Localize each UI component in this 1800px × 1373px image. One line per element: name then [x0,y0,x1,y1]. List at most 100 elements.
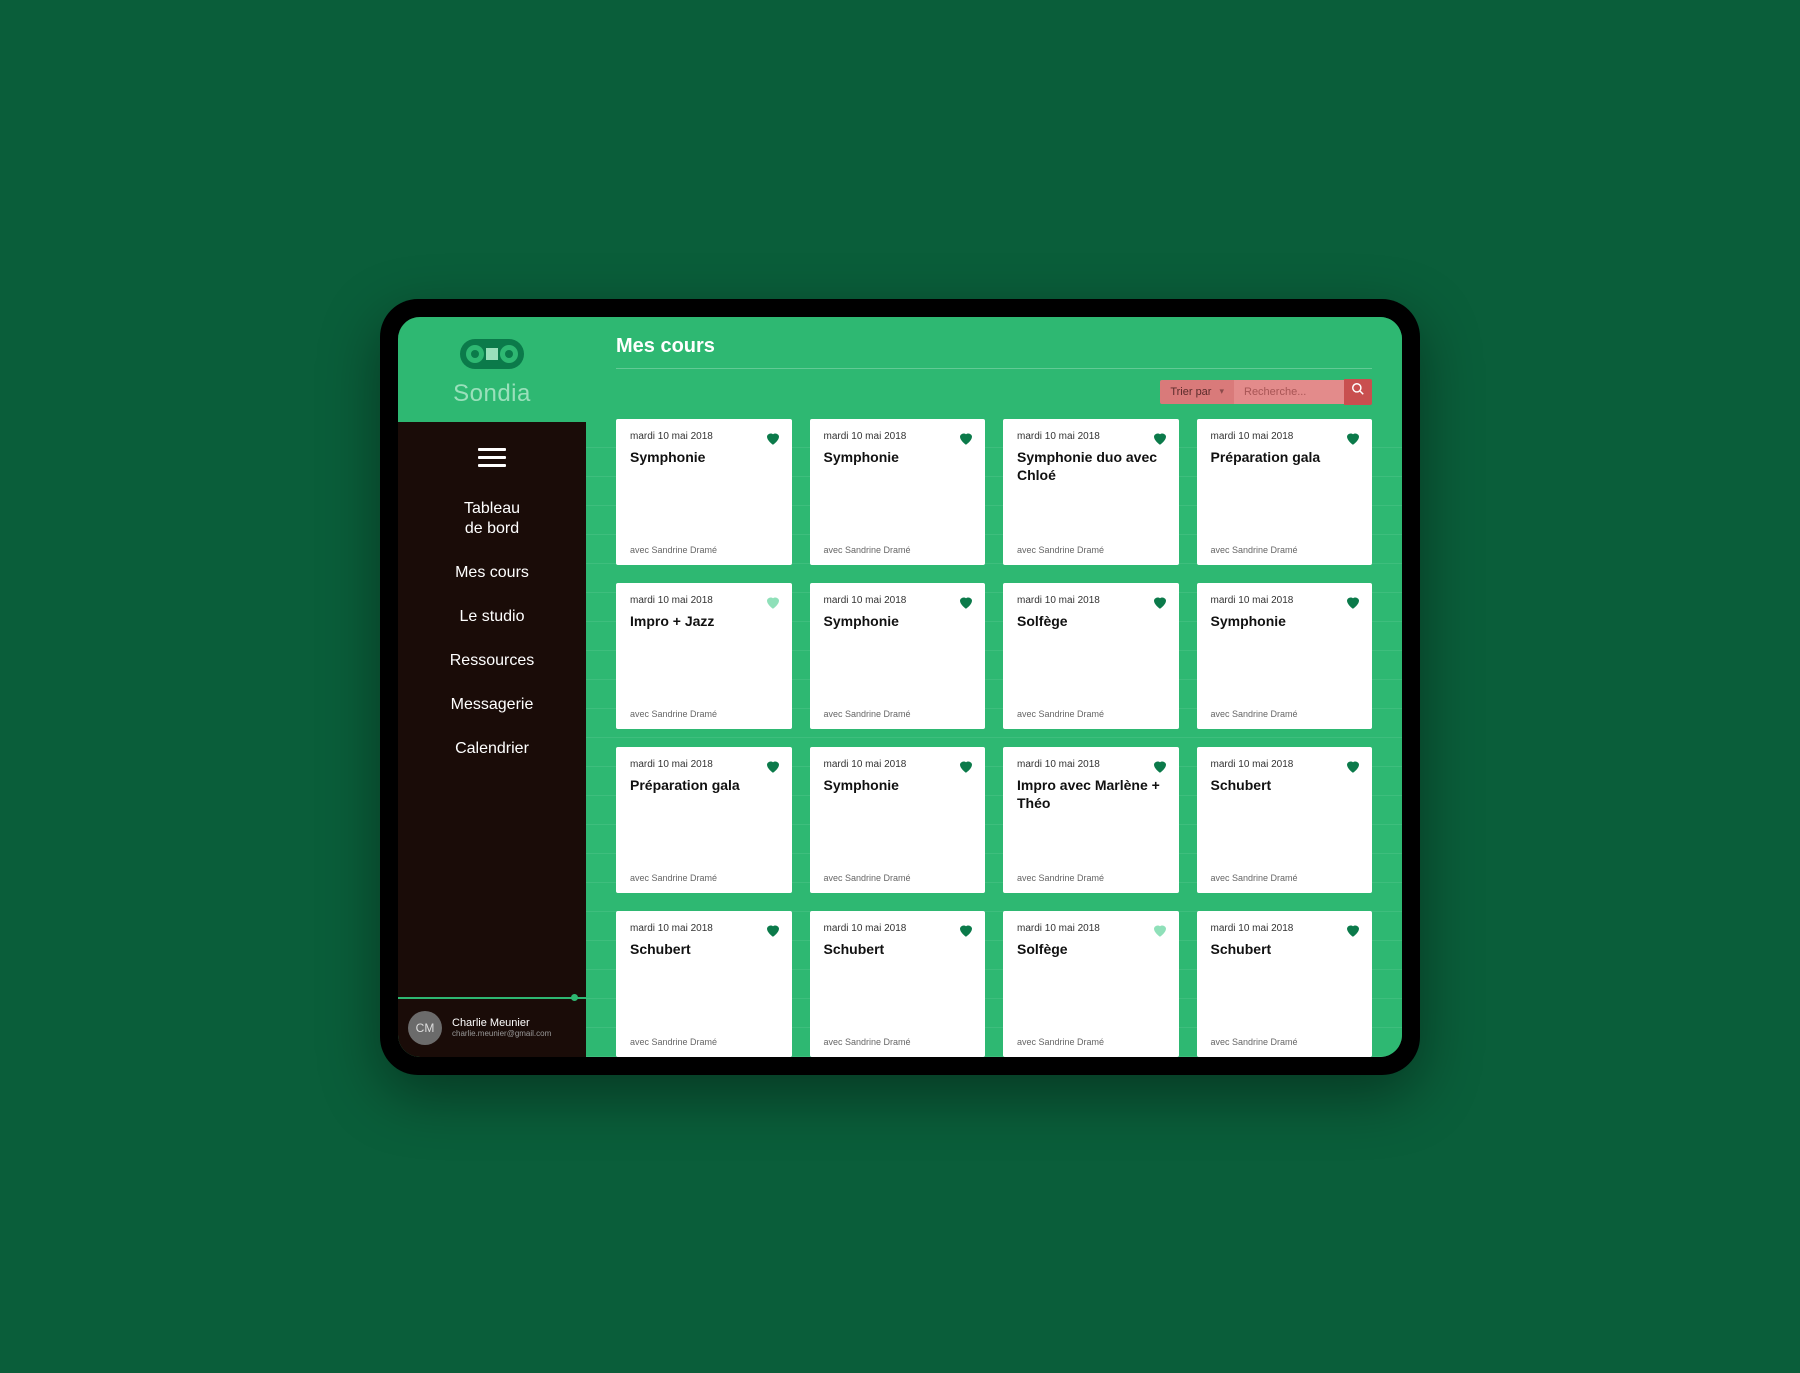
course-date: mardi 10 mai 2018 [1211,759,1359,770]
course-date: mardi 10 mai 2018 [1017,595,1165,606]
course-card[interactable]: mardi 10 mai 2018 Symphonie avec Sandrine … [810,747,986,893]
heart-icon[interactable] [764,757,782,775]
course-instructor: avec Sandrine Dramé [824,709,972,719]
heart-icon[interactable] [1151,757,1169,775]
course-instructor: avec Sandrine Dramé [824,545,972,555]
course-date: mardi 10 mai 2018 [1211,431,1359,442]
heart-icon[interactable] [957,429,975,447]
course-card[interactable]: mardi 10 mai 2018Impro avec Marlène + Th… [1003,747,1179,893]
sort-dropdown[interactable]: Trier par ▾ [1160,380,1234,404]
sort-label: Trier par [1170,386,1211,398]
course-instructor: avec Sandrine Dramé [1211,873,1359,883]
course-instructor: avec Sandrine Dramé [630,545,778,555]
app-screen: Sondia Tableau de bordMes coursLe studio… [398,317,1402,1057]
course-title: Schubert [1211,940,1359,958]
heart-icon[interactable] [764,921,782,939]
brand-name: Sondia [408,380,576,408]
course-instructor: avec Sandrine Dramé [630,1037,778,1047]
course-date: mardi 10 mai 2018 [630,923,778,934]
course-card[interactable]: mardi 10 mai 2018 Impro + Jazz avec Sandri… [616,583,792,729]
course-card[interactable]: mardi 10 mai 2018 Symphonie avec Sandrine … [616,419,792,565]
course-title: Symphonie [824,448,972,466]
course-instructor: avec Sandrine Dramé [1211,545,1359,555]
course-date: mardi 10 mai 2018 [1017,923,1165,934]
course-card[interactable]: mardi 10 mai 2018Schubertavec Sandrine D… [1197,747,1373,893]
heart-icon[interactable] [764,593,782,611]
course-card[interactable]: mardi 10 mai 2018 Solfège avec Sandrine Dr… [1003,583,1179,729]
course-card[interactable]: mardi 10 mai 2018 Schubert avec Sandrine D… [810,911,986,1057]
course-title: Solfège [1017,940,1165,958]
course-title: Symphonie [1211,612,1359,630]
course-title: Schubert [824,940,972,958]
course-date: mardi 10 mai 2018 [1211,923,1359,934]
heart-icon[interactable] [1151,921,1169,939]
tablet-frame: Sondia Tableau de bordMes coursLe studio… [380,299,1420,1075]
nav-item[interactable]: Mes cours [398,551,586,595]
course-instructor: avec Sandrine Dramé [1017,709,1165,719]
course-card[interactable]: mardi 10 mai 2018 Schubert avec Sandrine D… [616,911,792,1057]
sidebar: Sondia Tableau de bordMes coursLe studio… [398,317,586,1057]
nav-item[interactable]: Le studio [398,595,586,639]
heart-icon[interactable] [957,757,975,775]
heart-icon[interactable] [1344,429,1362,447]
course-instructor: avec Sandrine Dramé [824,873,972,883]
nav-item[interactable]: Tableau de bord [398,487,586,551]
course-card[interactable]: mardi 10 mai 2018Symphonieavec Sandrine … [1197,583,1373,729]
course-title: Préparation gala [1211,448,1359,466]
course-card[interactable]: mardi 10 mai 2018 Préparation gala avec Sa… [616,747,792,893]
page-title: Mes cours [586,317,1402,368]
heart-icon[interactable] [1151,593,1169,611]
course-instructor: avec Sandrine Dramé [824,1037,972,1047]
heart-icon[interactable] [764,429,782,447]
course-date: mardi 10 mai 2018 [1017,431,1165,442]
hamburger-menu-icon[interactable] [398,434,586,487]
course-instructor: avec Sandrine Dramé [1211,709,1359,719]
course-card[interactable]: mardi 10 mai 2018Symphonieavec Sandrine … [810,419,986,565]
course-title: Schubert [630,940,778,958]
course-date: mardi 10 mai 2018 [630,431,778,442]
search-icon [1351,382,1365,401]
brand-logo-icon [460,339,524,374]
main-content: Mes cours Trier par ▾ mardi 10 mai [586,317,1402,1057]
course-instructor: avec Sandrine Dramé [1211,1037,1359,1047]
course-date: mardi 10 mai 2018 [824,759,972,770]
course-date: mardi 10 mai 2018 [630,759,778,770]
course-card[interactable]: mardi 10 mai 2018 Préparation gala avec Sa… [1197,419,1373,565]
heart-icon[interactable] [1344,921,1362,939]
user-text: Charlie Meunier charlie.meunier@gmail.co… [452,1017,551,1038]
course-card[interactable]: mardi 10 mai 2018Symphonie duo avec Chlo… [1003,419,1179,565]
course-date: mardi 10 mai 2018 [630,595,778,606]
course-instructor: avec Sandrine Dramé [630,709,778,719]
brand-area: Sondia [398,317,586,422]
course-date: mardi 10 mai 2018 [824,595,972,606]
heart-icon[interactable] [957,921,975,939]
course-card[interactable]: mardi 10 mai 2018 Symphonie avec Sandrine … [810,583,986,729]
course-title: Solfège [1017,612,1165,630]
chevron-down-icon: ▾ [1219,386,1224,397]
search-input[interactable] [1234,380,1344,404]
main-nav: Tableau de bordMes coursLe studioRessour… [398,422,586,997]
search-button[interactable] [1344,379,1372,405]
course-instructor: avec Sandrine Dramé [1017,1037,1165,1047]
nav-item[interactable]: Ressources [398,639,586,683]
nav-item[interactable]: Calendrier [398,727,586,771]
course-title: Symphonie [824,612,972,630]
user-name: Charlie Meunier [452,1017,551,1029]
course-title: Symphonie [824,776,972,794]
course-title: Impro + Jazz [630,612,778,630]
user-email: charlie.meunier@gmail.com [452,1029,551,1038]
heart-icon[interactable] [957,593,975,611]
user-profile-bar[interactable]: CM Charlie Meunier charlie.meunier@gmail… [398,997,586,1057]
course-card[interactable]: mardi 10 mai 2018 Schubert avec Sandrine D… [1197,911,1373,1057]
course-title: Symphonie [630,448,778,466]
course-grid: mardi 10 mai 2018 Symphonie avec Sandrine … [586,419,1402,1057]
course-card[interactable]: mardi 10 mai 2018 Solfège avec Sandrine Dr… [1003,911,1179,1057]
course-date: mardi 10 mai 2018 [824,923,972,934]
course-instructor: avec Sandrine Dramé [630,873,778,883]
heart-icon[interactable] [1344,593,1362,611]
nav-item[interactable]: Messagerie [398,683,586,727]
course-title: Impro avec Marlène + Théo [1017,776,1165,812]
heart-icon[interactable] [1344,757,1362,775]
heart-icon[interactable] [1151,429,1169,447]
course-title: Préparation gala [630,776,778,794]
